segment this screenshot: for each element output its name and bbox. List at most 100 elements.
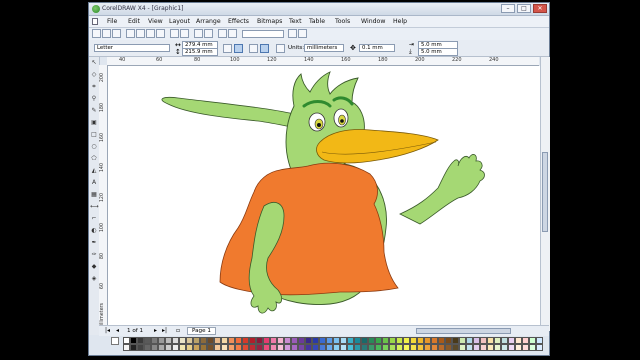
color-swatch[interactable] [151, 344, 158, 351]
color-swatch[interactable] [298, 337, 305, 344]
pick-tool-icon[interactable]: ↖ [90, 59, 98, 67]
color-swatch[interactable] [522, 344, 529, 351]
outline-pen-icon[interactable]: ✑ [90, 251, 98, 259]
menu-edit[interactable]: Edit [128, 18, 140, 25]
nudge-distance-field[interactable]: 0.1 mm [359, 44, 395, 52]
color-swatch[interactable] [536, 344, 543, 351]
cartoon-bird-drawing[interactable] [108, 66, 540, 331]
freehand-tool-icon[interactable]: ✎ [90, 107, 98, 115]
color-swatch[interactable] [494, 344, 501, 351]
color-swatch[interactable] [277, 344, 284, 351]
app-launcher-icon[interactable] [218, 29, 227, 38]
new-file-icon[interactable] [92, 29, 101, 38]
color-swatch[interactable] [256, 344, 263, 351]
color-swatch[interactable] [123, 337, 130, 344]
undo-icon[interactable] [170, 29, 179, 38]
horizontal-ruler[interactable]: 40 60 80 100 120 140 160 180 200 220 240 [107, 57, 539, 66]
color-swatch[interactable] [130, 344, 137, 351]
color-swatch[interactable] [291, 337, 298, 344]
connector-tool-icon[interactable]: ⌐ [90, 215, 98, 223]
color-swatch[interactable] [396, 344, 403, 351]
color-swatch[interactable] [361, 337, 368, 344]
color-swatch[interactable] [270, 344, 277, 351]
menu-view[interactable]: View [148, 18, 163, 25]
parallel-dimension-icon[interactable]: ⟷ [90, 203, 99, 211]
color-swatch[interactable] [144, 344, 151, 351]
menu-bitmaps[interactable]: Bitmaps [257, 18, 282, 25]
color-swatch[interactable] [207, 337, 214, 344]
last-page-icon[interactable]: ▸| [162, 327, 167, 334]
menu-file[interactable]: File [107, 18, 117, 25]
color-swatch[interactable] [137, 344, 144, 351]
color-swatch[interactable] [221, 344, 228, 351]
color-swatch[interactable] [214, 337, 221, 344]
drawing-canvas[interactable] [108, 66, 540, 331]
color-swatch[interactable] [368, 337, 375, 344]
minimize-button[interactable]: – [501, 4, 515, 13]
color-swatch[interactable] [410, 344, 417, 351]
redo-icon[interactable] [180, 29, 189, 38]
color-swatch[interactable] [487, 344, 494, 351]
import-icon[interactable] [194, 29, 203, 38]
first-page-icon[interactable]: |◂ [105, 327, 110, 334]
color-swatch[interactable] [501, 344, 508, 351]
color-swatch[interactable] [466, 344, 473, 351]
snap-to-icon[interactable] [288, 29, 297, 38]
save-icon[interactable] [112, 29, 121, 38]
color-swatch[interactable] [459, 337, 466, 344]
menu-window[interactable]: Window [361, 18, 385, 25]
all-pages-icon[interactable] [249, 44, 258, 53]
shape-tool-icon[interactable]: ◇ [90, 71, 98, 79]
color-swatch[interactable] [354, 337, 361, 344]
color-swatch[interactable] [473, 344, 480, 351]
next-page-icon[interactable]: ▸ [154, 327, 157, 334]
color-swatch[interactable] [438, 337, 445, 344]
vertical-scroll-thumb[interactable] [542, 152, 548, 232]
menu-effects[interactable]: Effects [228, 18, 249, 25]
rectangle-tool-icon[interactable]: □ [90, 131, 98, 139]
color-swatch[interactable] [186, 337, 193, 344]
color-swatch[interactable] [263, 337, 270, 344]
no-fill-swatch[interactable] [111, 337, 119, 345]
color-swatch[interactable] [228, 344, 235, 351]
color-swatch[interactable] [249, 337, 256, 344]
zoom-tool-icon[interactable]: ⚲ [90, 95, 98, 103]
color-swatch[interactable] [515, 337, 522, 344]
color-swatch[interactable] [522, 337, 529, 344]
page-tab[interactable]: Page 1 [187, 327, 216, 335]
menu-table[interactable]: Table [309, 18, 325, 25]
polygon-tool-icon[interactable]: ⬠ [90, 155, 98, 163]
color-swatch[interactable] [382, 344, 389, 351]
close-button[interactable]: ✕ [533, 4, 547, 13]
color-swatch[interactable] [284, 344, 291, 351]
color-swatch[interactable] [263, 344, 270, 351]
color-swatch[interactable] [207, 344, 214, 351]
add-page-icon[interactable]: ▫ [176, 327, 180, 334]
color-swatch[interactable] [529, 344, 536, 351]
color-swatch[interactable] [515, 344, 522, 351]
page-height-field[interactable]: 215.9 mm [182, 48, 218, 56]
color-swatch[interactable] [151, 337, 158, 344]
paste-icon[interactable] [156, 29, 165, 38]
color-swatch[interactable] [319, 337, 326, 344]
fill-tool-icon[interactable]: ◆ [90, 263, 98, 271]
color-swatch[interactable] [305, 337, 312, 344]
color-swatch[interactable] [508, 337, 515, 344]
color-swatch[interactable] [186, 344, 193, 351]
color-swatch[interactable] [445, 337, 452, 344]
color-swatch[interactable] [319, 344, 326, 351]
color-swatch[interactable] [193, 337, 200, 344]
color-swatch[interactable] [235, 337, 242, 344]
color-swatch[interactable] [354, 344, 361, 351]
open-file-icon[interactable] [102, 29, 111, 38]
paper-type-select[interactable]: Letter [94, 44, 170, 52]
color-swatch[interactable] [165, 337, 172, 344]
color-swatch[interactable] [417, 344, 424, 351]
color-swatch[interactable] [466, 337, 473, 344]
color-swatch[interactable] [179, 344, 186, 351]
color-swatch[interactable] [284, 337, 291, 344]
landscape-icon[interactable] [234, 44, 243, 53]
color-swatch[interactable] [326, 337, 333, 344]
color-swatch[interactable] [445, 344, 452, 351]
zoom-level-field[interactable] [242, 30, 284, 38]
